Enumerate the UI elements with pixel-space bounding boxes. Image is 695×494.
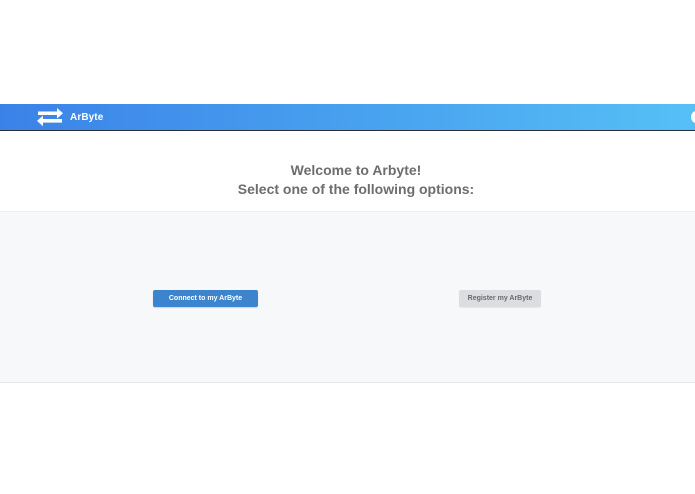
welcome-title: Welcome to Arbyte! [290, 162, 422, 178]
connect-button[interactable]: Connect to my ArByte [153, 290, 258, 307]
welcome-subtitle: Select one of the following options: [237, 181, 475, 197]
register-button[interactable]: Register my ArByte [459, 290, 541, 307]
welcome-heading: Welcome to Arbyte! Select one of the fol… [0, 161, 695, 199]
brand-name: ArByte [70, 111, 104, 123]
page: ArByte Welcome to Arbyte! Select one of … [0, 0, 695, 494]
navbar-right-control[interactable] [691, 111, 695, 123]
swap-arrows-icon [36, 107, 64, 127]
options-panel: Connect to my ArByte Register my ArByte [0, 211, 695, 383]
brand-link[interactable]: ArByte [36, 107, 103, 127]
top-navbar: ArByte [0, 104, 695, 131]
